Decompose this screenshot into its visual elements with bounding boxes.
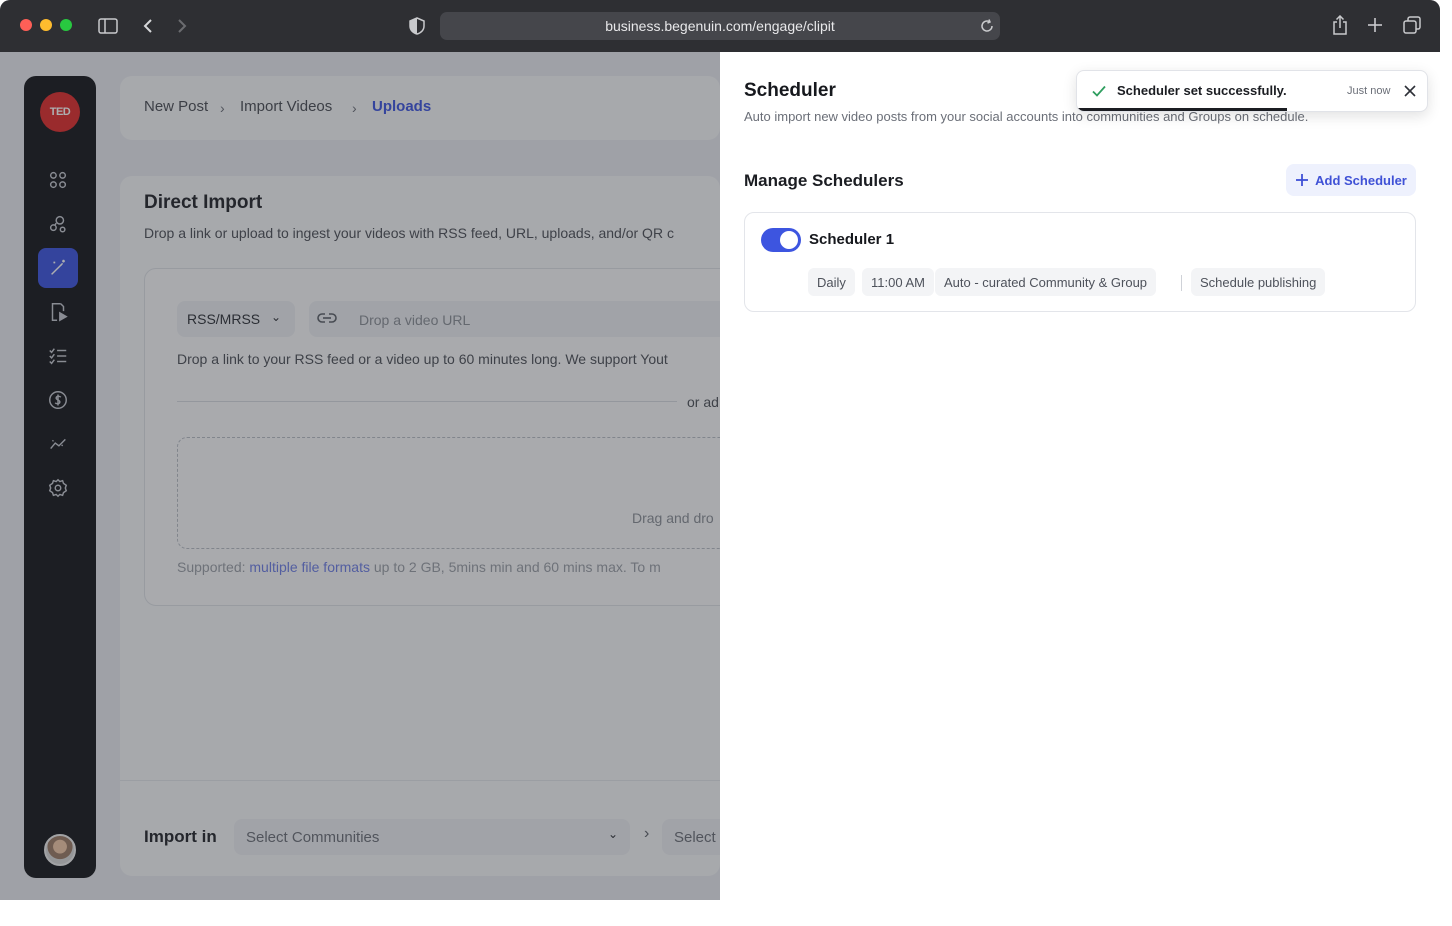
- reload-icon[interactable]: [976, 15, 998, 37]
- minimize-window-button[interactable]: [40, 19, 52, 31]
- url-text: business.begenuin.com/engage/clipit: [605, 18, 835, 34]
- address-bar[interactable]: business.begenuin.com/engage/clipit: [440, 12, 1000, 40]
- checkmark-icon: [1092, 85, 1106, 97]
- toast-message: Scheduler set successfully.: [1117, 83, 1287, 98]
- forward-arrow-icon[interactable]: [172, 15, 192, 37]
- zoom-window-button[interactable]: [60, 19, 72, 31]
- add-scheduler-button[interactable]: Add Scheduler: [1286, 164, 1416, 196]
- close-window-button[interactable]: [20, 19, 32, 31]
- toast-timestamp: Just now: [1347, 85, 1391, 97]
- add-scheduler-label: Add Scheduler: [1315, 172, 1407, 188]
- tab-overview-icon[interactable]: [1400, 14, 1424, 36]
- chip-divider: [1181, 275, 1182, 291]
- share-icon[interactable]: [1329, 13, 1351, 37]
- browser-toolbar: business.begenuin.com/engage/clipit: [0, 0, 1440, 52]
- scheduler-toggle[interactable]: [761, 228, 801, 252]
- mode-chip: Schedule publishing: [1191, 268, 1326, 296]
- sidebar-toggle-icon[interactable]: [96, 15, 120, 37]
- shield-icon[interactable]: [406, 15, 428, 37]
- back-arrow-icon[interactable]: [138, 15, 158, 37]
- browser-window: business.begenuin.com/engage/clipit TED: [0, 0, 1440, 900]
- scheduler-card[interactable]: Scheduler 1 Daily 11:00 AM Auto - curate…: [744, 212, 1416, 312]
- scheduler-drawer: Scheduler Auto import new video posts fr…: [720, 52, 1440, 900]
- scheduler-name: Scheduler 1: [809, 231, 895, 248]
- target-chip: Auto - curated Community & Group: [935, 268, 1157, 296]
- toast-progress-bar: [1077, 108, 1287, 111]
- toggle-knob: [780, 231, 798, 249]
- manage-schedulers-title: Manage Schedulers: [744, 171, 904, 190]
- new-tab-icon[interactable]: [1364, 14, 1386, 36]
- close-icon[interactable]: [1401, 82, 1419, 100]
- plus-icon: [1296, 174, 1309, 186]
- frequency-chip: Daily: [808, 268, 855, 296]
- success-toast: Scheduler set successfully. Just now: [1076, 70, 1428, 112]
- time-chip: 11:00 AM: [862, 268, 934, 296]
- drawer-title: Scheduler: [744, 80, 836, 101]
